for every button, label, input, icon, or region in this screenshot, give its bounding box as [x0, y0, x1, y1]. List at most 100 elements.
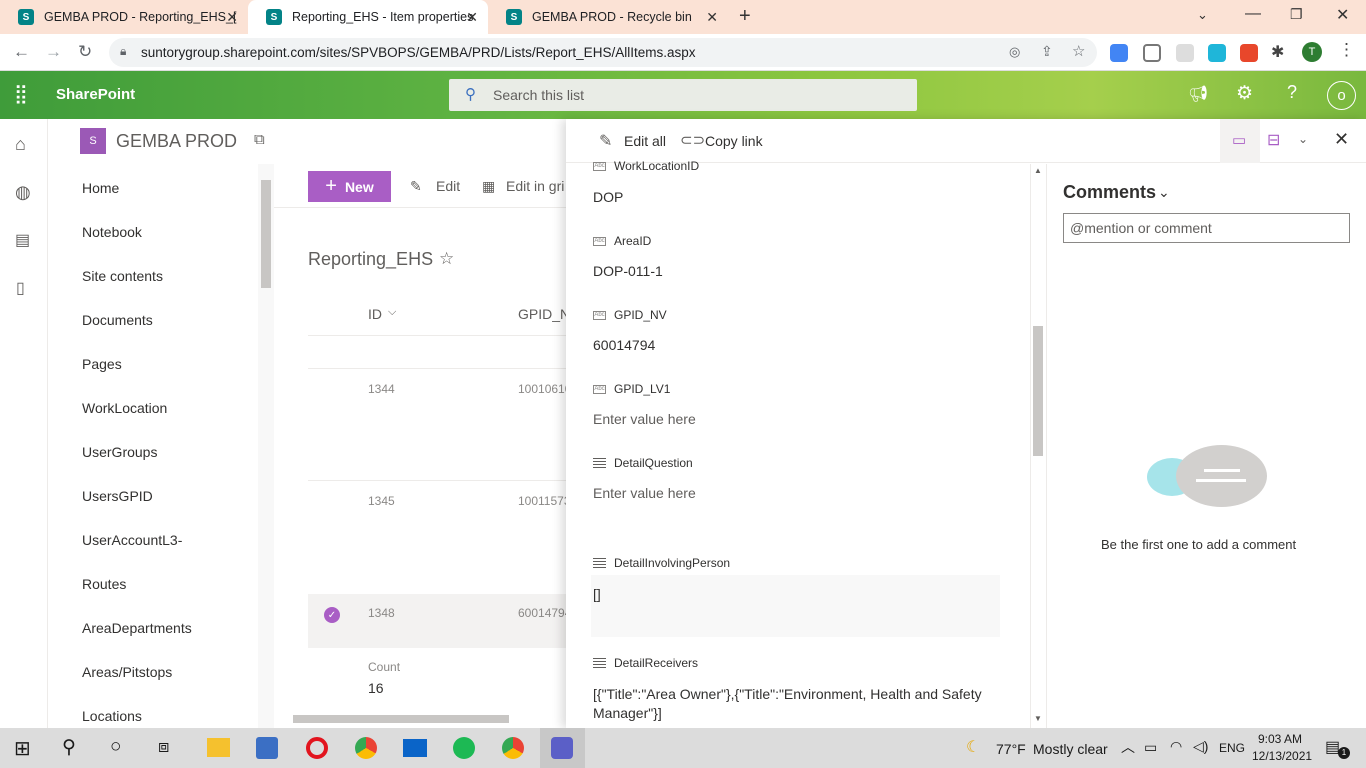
field-value[interactable]: [{"Title":"Area Owner"},{"Title":"Enviro… [593, 685, 993, 723]
column-header-id[interactable]: ID [368, 306, 382, 322]
nav-item-home[interactable]: Home [82, 180, 119, 196]
field-placeholder[interactable]: Enter value here [593, 411, 696, 427]
table-cell-id[interactable]: 1345 [368, 494, 395, 508]
nav-item-documents[interactable]: Documents [82, 312, 153, 328]
chevron-down-icon[interactable]: ⌄ [1298, 132, 1308, 146]
browser-tab-active[interactable]: S Reporting_EHS - Item properties ✕ [248, 0, 488, 34]
chrome-icon[interactable] [355, 737, 377, 759]
spotify-icon[interactable] [453, 737, 475, 759]
nav-item-areadepartments[interactable]: AreaDepartments [82, 620, 192, 636]
comment-input[interactable]: @mention or comment [1063, 213, 1350, 243]
table-cell-id[interactable]: 1348 [368, 606, 395, 620]
nav-item-areas-pitstops[interactable]: Areas/Pitstops [82, 664, 172, 680]
browser-tab[interactable]: S GEMBA PROD - Recycle bin ✕ [488, 0, 728, 34]
close-window-icon[interactable]: ✕ [1336, 5, 1349, 25]
nav-item-routes[interactable]: Routes [82, 576, 126, 592]
nav-item-usersgpid[interactable]: UsersGPID [82, 488, 153, 504]
nav-item-usergroups[interactable]: UserGroups [82, 444, 157, 460]
table-cell-gpid[interactable]: 60014794 [518, 606, 566, 620]
scroll-up-icon[interactable]: ▲ [1034, 166, 1042, 175]
edit-all-button[interactable]: Edit all [624, 133, 666, 149]
reload-icon[interactable]: ↻ [78, 42, 92, 62]
nav-scrollbar[interactable] [258, 164, 274, 728]
search-input[interactable]: ⚲ Search this list [449, 79, 917, 111]
edit-in-grid-button[interactable]: Edit in gri [506, 178, 564, 194]
taskbar-search-icon[interactable]: ⚲ [62, 736, 76, 759]
site-name[interactable]: GEMBA PROD [116, 131, 237, 152]
form-edit-icon[interactable]: ⊟ [1267, 130, 1280, 150]
user-avatar[interactable]: o [1327, 81, 1356, 110]
field-value[interactable]: DOP-011-1 [593, 263, 663, 279]
nav-item-pages[interactable]: Pages [82, 356, 122, 372]
close-tab-icon[interactable]: ✕ [466, 9, 478, 26]
megaphone-icon[interactable]: 📢︎ [1188, 84, 1208, 104]
field-value[interactable]: DOP [593, 189, 623, 205]
puzzle-extensions-icon[interactable]: ✱ [1271, 42, 1284, 62]
file-explorer-icon[interactable] [207, 738, 230, 757]
nav-scroll-thumb[interactable] [261, 180, 271, 288]
document-icon[interactable]: ▯ [16, 278, 25, 298]
language-indicator[interactable]: ENG [1219, 741, 1245, 755]
nav-item-locations[interactable]: Locations [82, 708, 142, 724]
pocket-extension-icon[interactable] [1143, 44, 1161, 62]
edit-button[interactable]: Edit [436, 178, 460, 194]
list-horizontal-scrollbar[interactable] [274, 711, 566, 727]
browser-tab[interactable]: S GEMBA PROD - Reporting_EHS_[ ✕ [0, 0, 248, 34]
nav-item-worklocation[interactable]: WorkLocation [82, 400, 167, 416]
clock-date[interactable]: 12/13/2021 [1252, 749, 1312, 763]
battery-icon[interactable]: ▭ [1144, 739, 1157, 756]
scroll-down-icon[interactable]: ▼ [1034, 714, 1042, 723]
task-view-icon[interactable]: ⧈ [158, 736, 169, 757]
comments-title[interactable]: Comments [1063, 182, 1156, 203]
extension-icon[interactable] [1208, 44, 1226, 62]
profile-avatar[interactable]: T [1302, 42, 1322, 62]
globe-icon[interactable]: ◍ [15, 182, 31, 203]
settings-gear-icon[interactable]: ⚙ [1236, 82, 1253, 105]
new-item-button[interactable]: + New [308, 171, 391, 202]
wifi-icon[interactable]: ◠ [1170, 738, 1182, 755]
comments-chevron-icon[interactable]: ⌄ [1158, 184, 1170, 201]
address-bar[interactable]: 🔒︎ suntorygroup.sharepoint.com/sites/SPV… [109, 38, 1097, 67]
copy-link-button[interactable]: Copy link [705, 133, 763, 149]
bookmark-star-icon[interactable]: ☆ [1072, 42, 1085, 60]
news-icon[interactable]: ▤ [15, 230, 30, 250]
app-icon[interactable] [256, 737, 278, 759]
back-icon[interactable]: ← [13, 42, 30, 62]
site-logo[interactable]: S [80, 128, 106, 154]
h-scroll-thumb[interactable] [293, 715, 509, 723]
weather-desc[interactable]: Mostly clear [1033, 741, 1108, 757]
extension-icon[interactable] [1176, 44, 1194, 62]
suite-app-name[interactable]: SharePoint [56, 86, 135, 103]
forward-icon[interactable]: → [45, 42, 62, 62]
nav-item-useraccountl3[interactable]: UserAccountL3- [82, 532, 182, 548]
field-value-box[interactable]: [] [591, 575, 1000, 637]
close-tab-icon[interactable]: ✕ [226, 9, 238, 26]
table-cell-gpid[interactable]: 10011573 [518, 494, 566, 508]
windows-start-icon[interactable]: ⊞ [14, 736, 31, 761]
nav-item-notebook[interactable]: Notebook [82, 224, 142, 240]
extension-icon[interactable] [1240, 44, 1258, 62]
row-checkmark-icon[interactable]: ✓ [324, 607, 340, 623]
table-cell-id[interactable]: 1344 [368, 382, 395, 396]
share-icon[interactable]: ⇪ [1041, 43, 1053, 60]
mail-icon[interactable] [403, 739, 427, 757]
tray-chevron-up-icon[interactable]: ︿ [1121, 737, 1135, 757]
table-row-selected[interactable] [308, 594, 566, 648]
clock-time[interactable]: 9:03 AM [1258, 732, 1302, 746]
help-icon[interactable]: ? [1287, 82, 1297, 103]
chrome-icon[interactable] [502, 737, 524, 759]
column-header-gpid[interactable]: GPID_N [518, 306, 570, 322]
close-panel-icon[interactable]: ✕ [1334, 129, 1349, 150]
tracking-icon[interactable]: ◎ [1009, 44, 1020, 60]
cortana-icon[interactable]: ○ [110, 736, 121, 758]
comments-toggle-button[interactable]: ▭ [1220, 119, 1260, 163]
close-tab-icon[interactable]: ✕ [706, 9, 718, 26]
favorite-star-icon[interactable]: ☆ [439, 249, 454, 269]
opera-icon[interactable] [306, 737, 328, 759]
field-value[interactable]: 60014794 [593, 337, 655, 353]
volume-icon[interactable]: ◁) [1193, 738, 1208, 755]
weather-temp[interactable]: 77°F [996, 741, 1026, 757]
field-placeholder[interactable]: Enter value here [593, 485, 696, 501]
home-icon[interactable]: ⌂ [15, 134, 26, 155]
teams-taskbar-button[interactable] [540, 728, 585, 768]
